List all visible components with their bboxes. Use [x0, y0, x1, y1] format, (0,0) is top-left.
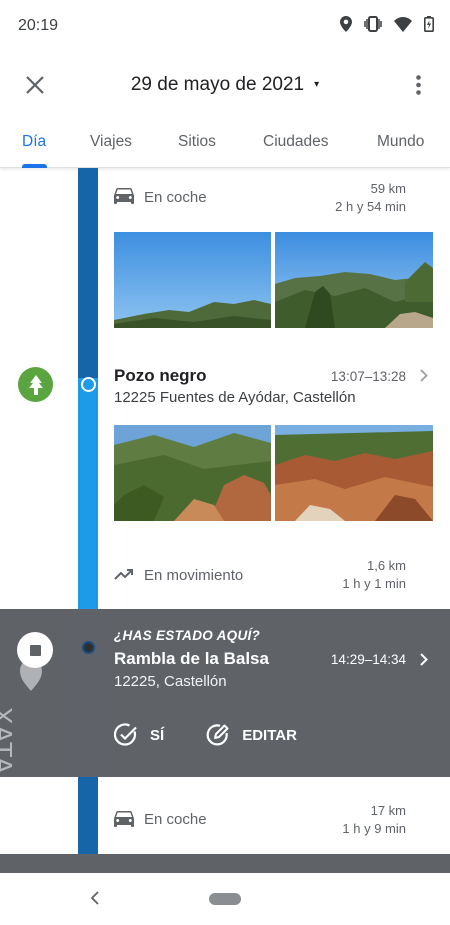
system-nav-bar	[0, 873, 450, 925]
segment-stats: 1,6 km 1 h y 1 min	[342, 557, 406, 593]
photo-thumbnail[interactable]	[275, 232, 433, 328]
photo-thumbnail[interactable]	[114, 232, 271, 328]
edit-visit-button[interactable]: EDITAR	[206, 723, 297, 747]
place-time-range: 13:07–13:28	[330, 369, 406, 384]
dropdown-caret-icon: ▾	[314, 79, 320, 91]
vibrate-icon	[364, 16, 382, 32]
segment-stats: 17 km 1 h y 9 min	[342, 802, 406, 838]
segment-mode-label: En movimiento	[144, 567, 244, 584]
trending-up-icon	[114, 567, 134, 585]
tab-mundo[interactable]: Mundo	[377, 133, 424, 151]
car-icon	[114, 188, 134, 209]
tab-viajes[interactable]: Viajes	[90, 133, 132, 151]
photo-thumbnail[interactable]	[114, 425, 271, 521]
confirm-yes-label: SÍ	[150, 726, 165, 744]
segment-stats: 59 km 2 h y 54 min	[335, 180, 406, 216]
visit-actions: SÍ EDITAR	[114, 723, 339, 747]
tab-bar: Día Viajes Sitios Ciudades Mundo	[0, 120, 450, 168]
unconfirmed-place-icon	[17, 632, 53, 668]
segment-mode-label: En coche	[144, 811, 207, 828]
chevron-right-icon	[420, 369, 428, 387]
segment-driving-1[interactable]: En coche 59 km 2 h y 54 min	[0, 168, 450, 228]
visit-question: ¿HAS ESTADO AQUÍ?	[114, 628, 261, 643]
status-bar: 20:19	[0, 0, 450, 52]
chevron-right-icon[interactable]	[420, 653, 428, 671]
segment-distance: 59 km	[370, 181, 406, 196]
segment-moving[interactable]: En movimiento 1,6 km 1 h y 1 min	[0, 553, 450, 609]
app-bar: 29 de mayo de 2021 ▾	[0, 52, 450, 116]
segment-distance: 1,6 km	[366, 558, 406, 573]
photo-thumbnail[interactable]	[275, 425, 433, 521]
location-icon	[340, 16, 352, 32]
more-vert-icon	[415, 75, 421, 95]
date-selector[interactable]: 29 de mayo de 2021 ▾	[0, 74, 450, 96]
more-options-button[interactable]	[408, 70, 428, 100]
confirm-yes-button[interactable]: SÍ	[114, 723, 164, 747]
car-icon	[114, 811, 134, 832]
segment-mode-label: En coche	[144, 189, 207, 206]
home-pill[interactable]	[209, 893, 241, 905]
place-name: Pozo negro	[114, 366, 207, 385]
back-icon[interactable]	[90, 890, 100, 911]
place-name: Rambla de la Balsa	[114, 649, 269, 668]
wifi-icon	[394, 16, 412, 32]
place-time-range: 14:29–14:34	[330, 652, 406, 667]
battery-icon	[424, 16, 434, 32]
visit-confirmation-card[interactable]: ¿HAS ESTADO AQUÍ? Rambla de la Balsa 122…	[0, 609, 450, 777]
tab-ciudades[interactable]: Ciudades	[263, 133, 329, 151]
place-address: 12225, Castellón	[114, 673, 227, 690]
segment-duration: 1 h y 9 min	[342, 821, 406, 836]
tab-dia[interactable]: Día	[22, 133, 46, 151]
status-icons	[340, 16, 434, 32]
edit-visit-label: EDITAR	[242, 726, 297, 744]
status-time: 20:19	[18, 17, 59, 34]
segment-duration: 1 h y 1 min	[342, 576, 406, 591]
timeline-rail-overlay	[78, 609, 98, 777]
tab-sitios[interactable]: Sitios	[178, 133, 216, 151]
place-visit-1[interactable]: Pozo negro 12225 Fuentes de Ayódar, Cast…	[0, 358, 450, 408]
edit-icon	[206, 724, 229, 746]
segment-distance: 17 km	[370, 803, 406, 818]
timeline-place-node	[82, 641, 95, 654]
check-circle-icon	[114, 723, 137, 746]
place-address: 12225 Fuentes de Ayódar, Castellón	[114, 389, 356, 406]
next-card-edge	[0, 854, 450, 873]
segment-duration: 2 h y 54 min	[335, 199, 406, 214]
timeline[interactable]: En coche 59 km 2 h y 54 min Pozo negro 1…	[0, 168, 450, 873]
date-label: 29 de mayo de 2021	[130, 74, 305, 95]
segment-driving-2[interactable]: En coche 17 km 1 h y 9 min	[0, 787, 450, 847]
